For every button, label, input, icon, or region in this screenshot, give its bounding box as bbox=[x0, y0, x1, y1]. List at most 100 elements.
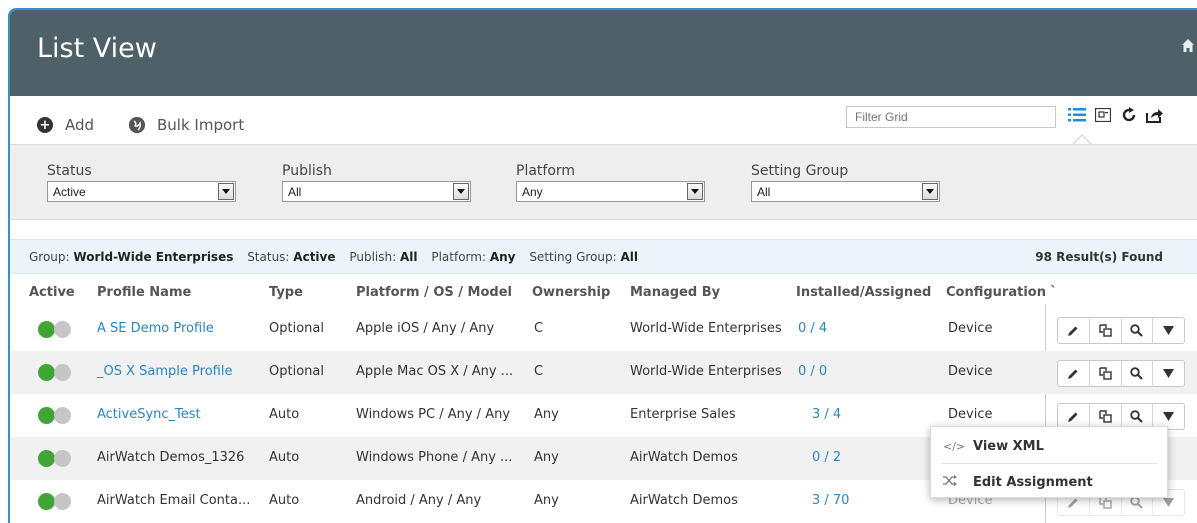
active-on-indicator bbox=[38, 364, 55, 381]
active-toggle[interactable] bbox=[38, 450, 74, 467]
table-header: Active Profile Name Type Platform / OS /… bbox=[10, 282, 1197, 304]
installed-assigned-link[interactable]: 0 / 2 bbox=[812, 450, 841, 465]
setting-group-label: Setting Group: bbox=[529, 250, 617, 264]
card-view-icon[interactable] bbox=[1094, 106, 1112, 124]
add-button[interactable]: + Add bbox=[37, 116, 94, 134]
column-header-configuration[interactable]: Configuration ` bbox=[946, 285, 1057, 300]
column-header-active[interactable]: Active bbox=[29, 285, 75, 300]
copy-icon[interactable] bbox=[1090, 361, 1122, 386]
list-view-icon[interactable] bbox=[1068, 106, 1086, 124]
installed-assigned-link[interactable]: 3 / 70 bbox=[812, 493, 849, 508]
profile-name-link[interactable]: _OS X Sample Profile bbox=[97, 364, 232, 379]
row-context-menu: </> View XML Edit Assignment bbox=[930, 426, 1168, 498]
filter-grid-input[interactable] bbox=[846, 106, 1056, 128]
chevron-down-icon[interactable] bbox=[1153, 318, 1184, 343]
status-select-value: Active bbox=[53, 185, 86, 199]
managed-by-cell: AirWatch Demos bbox=[630, 493, 738, 508]
column-header-profile-name[interactable]: Profile Name bbox=[97, 285, 191, 300]
ownership-cell: Any bbox=[534, 450, 559, 465]
installed-assigned-link[interactable]: 0 / 4 bbox=[798, 321, 827, 336]
platform-cell: Windows PC / Any / Any bbox=[356, 407, 511, 422]
active-off-indicator bbox=[54, 450, 71, 467]
active-off-indicator bbox=[54, 493, 71, 510]
column-header-ownership[interactable]: Ownership bbox=[532, 285, 610, 300]
installed-assigned-link[interactable]: 3 / 4 bbox=[812, 407, 841, 422]
edit-assignment-label: Edit Assignment bbox=[973, 474, 1093, 490]
platform-select[interactable]: Any bbox=[516, 181, 705, 202]
configuration-cell: Device bbox=[948, 364, 993, 379]
active-toggle[interactable] bbox=[38, 407, 74, 424]
toolbar: + Add Bulk Import bbox=[10, 96, 1197, 146]
setting-group-select[interactable]: All bbox=[751, 181, 940, 202]
platform-cell: Android / Any / Any bbox=[356, 493, 482, 508]
publish-filter: Publish All bbox=[282, 163, 471, 202]
platform-label: Platform: bbox=[431, 250, 486, 264]
filter-bar: Status Active Publish All Platform Any S… bbox=[10, 144, 1197, 220]
view-toolbar bbox=[1068, 106, 1164, 124]
table-row[interactable]: _OS X Sample Profile Optional Apple Mac … bbox=[10, 351, 1197, 394]
shuffle-icon bbox=[943, 475, 963, 489]
active-toggle[interactable] bbox=[38, 364, 74, 381]
row-actions bbox=[1057, 317, 1185, 344]
export-icon[interactable] bbox=[1146, 106, 1164, 124]
platform-value: Any bbox=[489, 250, 516, 264]
active-on-indicator bbox=[38, 321, 55, 338]
chevron-down-icon[interactable] bbox=[1153, 361, 1184, 386]
search-icon[interactable] bbox=[1122, 318, 1154, 343]
platform-select-value: Any bbox=[522, 185, 543, 199]
chevron-down-icon bbox=[687, 183, 703, 200]
view-xml-menu-item[interactable]: </> View XML bbox=[931, 429, 1167, 463]
active-toggle[interactable] bbox=[38, 321, 74, 338]
column-header-type[interactable]: Type bbox=[269, 285, 303, 300]
installed-assigned-link[interactable]: 0 / 0 bbox=[798, 364, 827, 379]
edit-icon[interactable] bbox=[1058, 361, 1090, 386]
search-icon[interactable] bbox=[1122, 361, 1154, 386]
column-header-installed-assigned[interactable]: Installed/Assigned bbox=[796, 285, 931, 300]
bulk-import-label: Bulk Import bbox=[157, 116, 245, 134]
refresh-icon[interactable] bbox=[1120, 106, 1138, 124]
view-xml-label: View XML bbox=[973, 438, 1044, 454]
ownership-cell: Any bbox=[534, 493, 559, 508]
publish-value: All bbox=[400, 250, 418, 264]
list-view-window: List View + Add Bulk Import Filter Grid … bbox=[8, 8, 1197, 523]
edit-icon[interactable] bbox=[1058, 318, 1090, 343]
platform-cell: Apple Mac OS X / Any ... bbox=[356, 364, 514, 379]
platform-cell: Apple iOS / Any / Any bbox=[356, 321, 495, 336]
platform-filter: Platform Any bbox=[516, 163, 705, 202]
ownership-cell: C bbox=[534, 364, 544, 379]
setting-group-filter-label: Setting Group bbox=[751, 163, 849, 179]
add-label: Add bbox=[65, 116, 95, 134]
profile-name-cell[interactable]: AirWatch Email Conta... bbox=[97, 493, 250, 508]
managed-by-cell: AirWatch Demos bbox=[630, 450, 738, 465]
active-on-indicator bbox=[38, 407, 55, 424]
active-toggle[interactable] bbox=[38, 493, 74, 510]
active-on-indicator bbox=[38, 493, 55, 510]
copy-icon[interactable] bbox=[1090, 318, 1122, 343]
title-bar: List View bbox=[10, 10, 1197, 96]
platform-cell: Windows Phone / Any ... bbox=[356, 450, 513, 465]
table-row[interactable]: A SE Demo Profile Optional Apple iOS / A… bbox=[10, 308, 1197, 351]
setting-group-value: All bbox=[620, 250, 639, 264]
profile-name-link[interactable]: ActiveSync_Test bbox=[97, 407, 201, 422]
plus-icon: + bbox=[37, 117, 53, 133]
ownership-cell: Any bbox=[534, 407, 559, 422]
bulk-import-button[interactable]: Bulk Import bbox=[129, 116, 244, 134]
status-filter: Status Active bbox=[47, 163, 236, 202]
column-header-platform[interactable]: Platform / OS / Model bbox=[356, 285, 512, 300]
managed-by-cell: Enterprise Sales bbox=[630, 407, 736, 422]
chevron-down-icon bbox=[922, 183, 938, 200]
publish-select[interactable]: All bbox=[282, 181, 471, 202]
active-off-indicator bbox=[54, 364, 71, 381]
status-select[interactable]: Active bbox=[47, 181, 236, 202]
profile-name-link[interactable]: A SE Demo Profile bbox=[97, 321, 214, 336]
configuration-cell: Device bbox=[948, 407, 993, 422]
publish-select-value: All bbox=[288, 185, 302, 199]
edit-assignment-menu-item[interactable]: Edit Assignment bbox=[931, 465, 1167, 499]
row-actions bbox=[1057, 360, 1185, 387]
home-icon[interactable] bbox=[1181, 38, 1195, 54]
profile-name-cell[interactable]: AirWatch Demos_1326 bbox=[97, 450, 244, 465]
type-cell: Auto bbox=[269, 450, 300, 465]
publish-filter-label: Publish bbox=[282, 163, 332, 179]
column-header-managed-by[interactable]: Managed By bbox=[630, 285, 720, 300]
group-label: Group: bbox=[29, 250, 70, 264]
